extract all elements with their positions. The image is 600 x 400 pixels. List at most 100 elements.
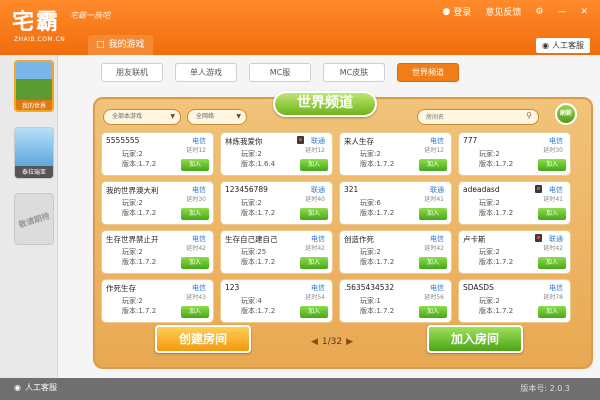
tab-mc-server[interactable]: MC服: [249, 63, 311, 82]
join-button[interactable]: 加入: [538, 257, 566, 269]
join-button[interactable]: 加入: [300, 159, 328, 171]
room-card[interactable]: 创造作死 电信 延时42 玩家:2 版本:1.7.2 加入: [339, 230, 452, 274]
join-button[interactable]: 加入: [300, 257, 328, 269]
feedback-link[interactable]: 意见反馈: [485, 5, 521, 18]
room-players: 玩家:25: [241, 248, 267, 256]
room-card[interactable]: 作死生存 电信 延时43 玩家:2 版本:1.7.2 加入: [101, 279, 214, 323]
chevron-down-icon: ▼: [170, 113, 175, 120]
join-button[interactable]: 加入: [419, 208, 447, 220]
support-button-bottom[interactable]: ◉ 人工客服: [14, 382, 57, 393]
network-filter-dropdown[interactable]: 全网络 ▼: [187, 109, 247, 125]
main-panel: 朋友联机 单人游戏 MC服 MC皮肤 世界频道 世界频道 全部本游戏 ▼ 全网络…: [59, 55, 600, 378]
room-name: 我的世界澳大利: [106, 186, 159, 195]
prev-page-icon[interactable]: ◀: [311, 337, 318, 347]
logo-text: 宅霸: [12, 10, 61, 35]
sidebar-item-label: 我的世界: [16, 100, 52, 110]
room-players: 玩家:2: [360, 150, 381, 158]
board-title: 世界频道: [273, 91, 377, 117]
login-link[interactable]: ● 登录: [442, 5, 471, 19]
version-label: 版本号: 2.0.3: [520, 384, 570, 393]
lock-icon: [535, 234, 542, 242]
room-players: 玩家:2: [360, 248, 381, 256]
room-name: .5635434532: [344, 283, 395, 292]
tab-my-games-label: 我的游戏: [108, 40, 145, 50]
join-button[interactable]: 加入: [300, 208, 328, 220]
join-button[interactable]: 加入: [181, 306, 209, 318]
room-card[interactable]: 生存自己建自己 电信 延时42 玩家:25 版本:1.7.2 加入: [220, 230, 333, 274]
tab-single-player[interactable]: 单人游戏: [175, 63, 237, 82]
room-players: 玩家:1: [360, 297, 381, 305]
room-card[interactable]: 321 联通 延时41 玩家:6 版本:1.7.2 加入: [339, 181, 452, 225]
sidebar-item-minecraft[interactable]: 我的世界: [14, 60, 54, 112]
room-name: 林炼我爱你: [225, 137, 263, 146]
join-button[interactable]: 加入: [300, 306, 328, 318]
tab-friend-online[interactable]: 朋友联机: [101, 63, 163, 82]
join-button[interactable]: 加入: [419, 306, 447, 318]
tab-my-games[interactable]: □ 我的游戏: [88, 35, 153, 55]
next-page-icon[interactable]: ▶: [346, 337, 353, 347]
join-button[interactable]: 加入: [181, 159, 209, 171]
room-name: 来人生存: [344, 137, 374, 146]
room-card[interactable]: SDASDS 电信 延时78 玩家:2 版本:1.7.2 加入: [458, 279, 571, 323]
tab-strip: □ 我的游戏 ◉ 人工客服: [88, 35, 600, 55]
minecraft-thumbnail: [16, 62, 52, 100]
room-card[interactable]: 林炼我爱你 联通 延时12 玩家:2 版本:1.6.4 加入: [220, 132, 333, 176]
terraria-thumbnail: [15, 128, 53, 166]
search-icon[interactable]: ⚲: [526, 111, 532, 120]
room-version: 版本:1.6.4: [241, 160, 276, 168]
settings-icon[interactable]: ⚙: [535, 7, 543, 17]
room-card[interactable]: 卢卡斯 联通 延时42 玩家:2 版本:1.7.2 加入: [458, 230, 571, 274]
room-card[interactable]: adeadasd 电信 延时41 玩家:2 版本:1.7.2 加入: [458, 181, 571, 225]
user-icon: ●: [442, 6, 451, 17]
join-button[interactable]: 加入: [419, 257, 447, 269]
room-players: 玩家:2: [122, 199, 143, 207]
room-card[interactable]: 生存世界禁止开 电信 延时42 玩家:2 版本:1.7.2 加入: [101, 230, 214, 274]
join-button[interactable]: 加入: [538, 159, 566, 171]
room-latency: 延时42: [543, 245, 563, 252]
support-bottom-label: 人工客服: [24, 383, 57, 392]
close-button[interactable]: ✕: [580, 7, 588, 17]
room-card[interactable]: .5635434532 电信 延时56 玩家:1 版本:1.7.2 加入: [339, 279, 452, 323]
room-card[interactable]: 来人生存 电信 延时12 玩家:2 版本:1.7.2 加入: [339, 132, 452, 176]
room-search-input[interactable]: [418, 110, 518, 124]
join-button[interactable]: 加入: [181, 257, 209, 269]
room-card[interactable]: 777 电信 延时30 玩家:2 版本:1.7.2 加入: [458, 132, 571, 176]
room-latency: 延时42: [424, 245, 444, 252]
tab-mc-skin[interactable]: MC皮肤: [323, 63, 385, 82]
headset-icon: ◉: [542, 41, 549, 50]
support-button-top[interactable]: ◉ 人工客服: [536, 38, 590, 53]
sidebar-item-terraria[interactable]: 泰拉瑞亚: [14, 127, 54, 179]
join-button[interactable]: 加入: [419, 159, 447, 171]
room-latency: 延时41: [543, 196, 563, 203]
room-latency: 延时56: [424, 294, 444, 301]
room-card[interactable]: 我的世界澳大利 电信 延时30 玩家:2 版本:1.7.2 加入: [101, 181, 214, 225]
coming-soon-label: 敬请期待: [17, 210, 51, 230]
room-players: 玩家:2: [479, 199, 500, 207]
version-filter-dropdown[interactable]: 全部本游戏 ▼: [103, 109, 181, 125]
room-card[interactable]: 5555555 电信 延时12 玩家:2 版本:1.7.2 加入: [101, 132, 214, 176]
room-card[interactable]: 123 电信 延时54 玩家:4 版本:1.7.2 加入: [220, 279, 333, 323]
room-version: 版本:1.7.2: [360, 307, 395, 315]
room-version: 版本:1.7.2: [360, 209, 395, 217]
room-latency: 延时12: [424, 147, 444, 154]
room-card[interactable]: 123456789 联通 延时40 玩家:2 版本:1.7.2 加入: [220, 181, 333, 225]
lock-icon: [535, 185, 542, 193]
minimize-button[interactable]: —: [557, 7, 566, 17]
room-players: 玩家:2: [479, 248, 500, 256]
join-button[interactable]: 加入: [538, 306, 566, 318]
join-button[interactable]: 加入: [181, 208, 209, 220]
network-filter-value: 全网络: [196, 113, 215, 120]
page-indicator: 1/32: [321, 337, 343, 347]
join-room-button[interactable]: 加入房间: [427, 325, 523, 353]
version-filter-value: 全部本游戏: [112, 113, 143, 120]
pagination: ◀ 1/32 ▶: [311, 337, 353, 347]
refresh-button[interactable]: 刷新: [555, 103, 577, 125]
tab-world-channel[interactable]: 世界频道: [397, 63, 459, 82]
create-room-button[interactable]: 创建房间: [155, 325, 251, 353]
join-button[interactable]: 加入: [538, 208, 566, 220]
top-links: ● 登录 意见反馈 ⚙ — ✕: [442, 5, 588, 19]
room-latency: 延时30: [543, 147, 563, 154]
app-logo: 宅霸 ZHAIB.COM.CN: [12, 4, 65, 43]
slogan: 宅霸一族吧: [70, 11, 110, 20]
room-name: 卢卡斯: [463, 235, 486, 244]
